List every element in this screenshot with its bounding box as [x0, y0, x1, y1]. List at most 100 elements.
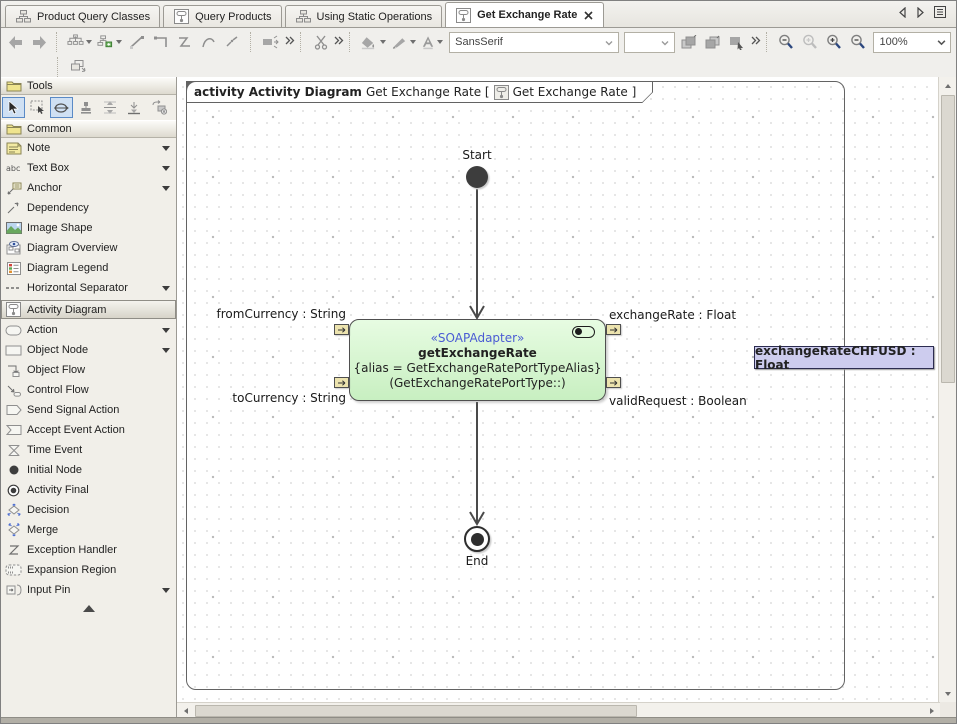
horizontal-scroll-thumb[interactable]	[195, 705, 637, 717]
palette-item-diagram-overview[interactable]: Diagram Overview	[1, 238, 176, 258]
scroll-left-button[interactable]	[177, 703, 194, 717]
diagram-canvas[interactable]: activity Activity Diagram Get Exchange R…	[177, 77, 940, 702]
forward-button[interactable]	[28, 31, 51, 54]
input-pin-fromcurrency[interactable]	[334, 324, 349, 335]
bring-to-front-button[interactable]	[678, 31, 701, 54]
palette-item-send-signal-action[interactable]: Send Signal Action	[1, 400, 176, 420]
overflow-icon[interactable]	[333, 36, 344, 49]
dropdown-arrow-icon[interactable]	[162, 186, 170, 191]
zoom-region-button[interactable]	[775, 31, 798, 54]
overflow-icon[interactable]	[284, 36, 295, 49]
zoom-in-button[interactable]	[823, 31, 846, 54]
vertical-scrollbar[interactable]	[938, 77, 956, 702]
line-style-oblique-button[interactable]	[174, 31, 197, 54]
output-pin-exchangerate[interactable]	[606, 324, 621, 335]
palette-section-tools[interactable]: Tools	[1, 77, 176, 95]
action-getexchangerate[interactable]: «SOAPAdapter» getExchangeRate {alias = G…	[349, 319, 606, 401]
palette-item-object-node[interactable]: Object Node	[1, 340, 176, 360]
palette-item-anchor[interactable]: Anchor	[1, 178, 176, 198]
palette-item-action[interactable]: Action	[1, 320, 176, 340]
tab-using-static-operations[interactable]: Using Static Operations	[285, 5, 443, 27]
palette-item-control-flow[interactable]: Control Flow	[1, 380, 176, 400]
line-style-rectilinear-button[interactable]	[150, 31, 173, 54]
tab-get-exchange-rate[interactable]: Get Exchange Rate	[445, 2, 604, 27]
palette-item-input-pin[interactable]: Input Pin	[1, 580, 176, 600]
output-pin-validrequest[interactable]	[606, 377, 621, 388]
palette-section-activity-diagram[interactable]: Activity Diagram	[1, 300, 176, 319]
add-related-elements-button[interactable]	[96, 31, 125, 54]
line-style-curved-button[interactable]	[198, 31, 221, 54]
initial-node[interactable]	[466, 166, 488, 188]
font-family-select[interactable]: SansSerif	[449, 32, 619, 53]
related-elements-button[interactable]	[66, 55, 89, 78]
input-pin-tocurrency[interactable]	[334, 377, 349, 388]
line-color-button[interactable]	[390, 31, 419, 54]
select-shape-button[interactable]	[726, 31, 749, 54]
palette-item-image-shape[interactable]: Image Shape	[1, 218, 176, 238]
dropdown-arrow-icon[interactable]	[162, 286, 170, 291]
font-color-button[interactable]	[420, 31, 446, 54]
palette-item-accept-event-action[interactable]: Accept Event Action	[1, 420, 176, 440]
palette-item-dependency[interactable]: Dependency	[1, 198, 176, 218]
palette-item-text-box[interactable]: abc Text Box	[1, 158, 176, 178]
snap-to-bottom-tool[interactable]	[122, 97, 145, 118]
horizontal-scrollbar[interactable]	[177, 702, 940, 717]
activity-frame-header[interactable]: activity Activity Diagram Get Exchange R…	[186, 81, 653, 103]
marquee-select-tool[interactable]	[26, 97, 49, 118]
palette-item-diagram-legend[interactable]: Diagram Legend	[1, 258, 176, 278]
cut-button[interactable]	[309, 31, 332, 54]
layout-hierarchy-button[interactable]	[66, 31, 95, 54]
draw-path-tool[interactable]	[50, 97, 73, 118]
select-tool[interactable]	[2, 97, 25, 118]
pin-label-fromcurrency[interactable]: fromCurrency : String	[207, 307, 346, 321]
line-style-straight-button[interactable]	[126, 31, 149, 54]
start-node-label[interactable]: Start	[447, 148, 507, 162]
palette-item-merge[interactable]: Merge	[1, 520, 176, 540]
palette-item-time-event[interactable]: Time Event	[1, 440, 176, 460]
tab-query-products[interactable]: Query Products	[163, 5, 281, 27]
palette-item-exception-handler[interactable]: Exception Handler	[1, 540, 176, 560]
stamp-tool[interactable]	[74, 97, 97, 118]
back-button[interactable]	[4, 31, 27, 54]
scroll-right-button[interactable]	[923, 703, 940, 717]
palette-item-initial-node[interactable]: Initial Node	[1, 460, 176, 480]
dropdown-arrow-icon[interactable]	[162, 348, 170, 353]
zoom-fit-button[interactable]	[799, 31, 822, 54]
tab-scroll-right-icon[interactable]	[916, 7, 925, 21]
palette-scroll-up-icon[interactable]	[83, 605, 95, 612]
zoom-out-button[interactable]	[847, 31, 870, 54]
zoom-level-select[interactable]: 100%	[873, 32, 951, 53]
end-node-label[interactable]: End	[457, 554, 497, 568]
pin-label-validrequest[interactable]: validRequest : Boolean	[609, 394, 747, 408]
palette-item-activity-final[interactable]: Activity Final	[1, 480, 176, 500]
palette-section-common[interactable]: Common	[1, 120, 176, 138]
close-icon[interactable]	[582, 7, 594, 23]
palette-item-decision[interactable]: Decision	[1, 500, 176, 520]
palette-item-horizontal-separator[interactable]: Horizontal Separator	[1, 278, 176, 298]
pin-label-tocurrency[interactable]: toCurrency : String	[207, 391, 346, 405]
resize-shape-button[interactable]	[260, 31, 283, 54]
palette-item-note[interactable]: Note	[1, 138, 176, 158]
dropdown-arrow-icon[interactable]	[162, 588, 170, 593]
dropdown-arrow-icon[interactable]	[162, 146, 170, 151]
activity-final-node[interactable]	[464, 526, 490, 552]
palette-item-object-flow[interactable]: Object Flow	[1, 360, 176, 380]
selected-object-node-label[interactable]: exchangeRateCHFUSD : Float	[754, 346, 934, 369]
dropdown-arrow-icon[interactable]	[162, 328, 170, 333]
pin-label-exchangerate[interactable]: exchangeRate : Float	[609, 308, 736, 322]
fill-color-button[interactable]	[359, 31, 389, 54]
vertical-scroll-thumb[interactable]	[941, 95, 955, 383]
tab-product-query-classes[interactable]: Product Query Classes	[5, 5, 160, 27]
line-style-splined-button[interactable]	[222, 31, 245, 54]
dropdown-arrow-icon[interactable]	[162, 166, 170, 171]
scroll-down-button[interactable]	[939, 685, 956, 702]
scroll-up-button[interactable]	[939, 77, 956, 94]
distribute-vertically-tool[interactable]	[98, 97, 121, 118]
tab-scroll-left-icon[interactable]	[898, 7, 907, 21]
overflow-icon[interactable]	[750, 36, 761, 49]
palette-item-expansion-region[interactable]: Expansion Region	[1, 560, 176, 580]
tab-list-icon[interactable]	[934, 6, 946, 21]
send-to-back-button[interactable]	[702, 31, 725, 54]
font-size-select[interactable]	[624, 32, 675, 53]
swap-elements-tool[interactable]	[146, 97, 169, 118]
